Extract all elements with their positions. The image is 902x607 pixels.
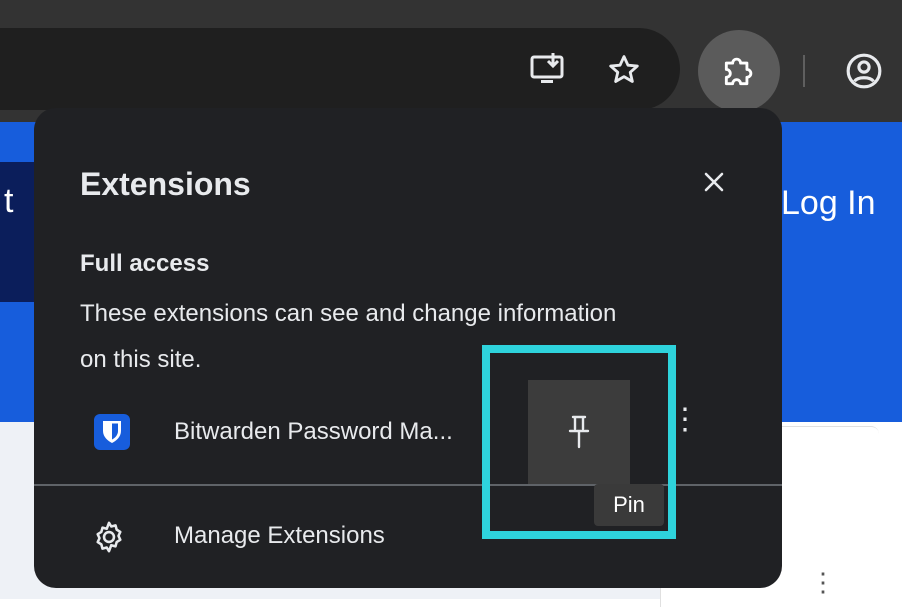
install-app-icon[interactable] [526, 50, 570, 90]
section-heading: Full access [80, 250, 210, 277]
login-link[interactable]: Log In [781, 184, 876, 223]
popup-title: Extensions [80, 166, 251, 202]
close-icon[interactable] [696, 164, 732, 200]
browser-toolbar [0, 0, 902, 122]
profile-icon[interactable] [842, 50, 886, 92]
card-more-icon[interactable]: ⋮ [810, 569, 836, 595]
page-nav-text: t [4, 182, 14, 220]
extensions-puzzle-icon[interactable] [718, 50, 760, 92]
gear-icon [92, 520, 126, 554]
bookmark-star-icon[interactable] [602, 50, 646, 90]
toolbar-divider [803, 55, 805, 87]
pin-tooltip: Pin [594, 484, 664, 526]
address-bar[interactable] [0, 28, 680, 110]
extension-name[interactable]: Bitwarden Password Ma... [174, 418, 453, 446]
manage-extensions-label[interactable]: Manage Extensions [174, 522, 385, 550]
bitwarden-shield-icon [94, 414, 130, 450]
